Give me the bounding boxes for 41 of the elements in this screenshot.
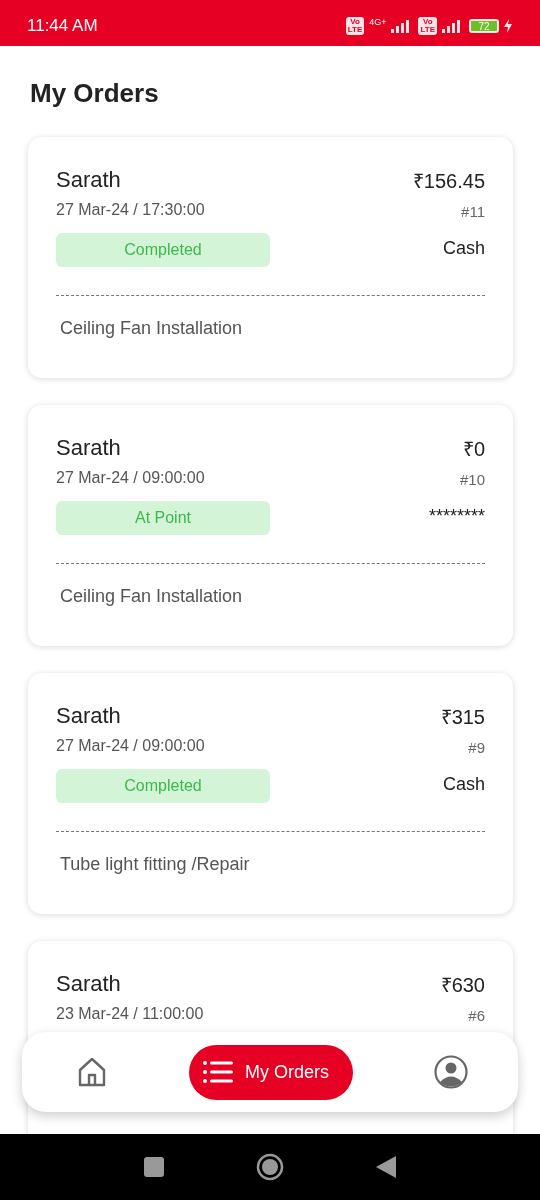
service-name: Ceiling Fan Installation xyxy=(60,318,244,339)
payment-method: ******** xyxy=(428,506,485,527)
back-icon[interactable] xyxy=(376,1156,396,1178)
my-orders-tab[interactable]: My Orders xyxy=(189,1044,353,1100)
customer-name: Sarath xyxy=(56,167,122,193)
order-date: 23 Mar-24 / 11:00:00 xyxy=(56,1005,204,1023)
status-badge: Completed xyxy=(56,233,270,267)
customer-name: Sarath xyxy=(56,971,122,997)
order-card[interactable]: Sarath 27 Mar-24 / 09:00:00 Completed ₹315 #9 Cash Tube light fitting /Repair xyxy=(28,673,513,914)
volte-badge: Vo LTE xyxy=(345,17,365,35)
payment-method: Cash xyxy=(442,774,485,795)
order-card[interactable]: Sarath 27 Mar-24 / 09:00:00 At Point ₹0 #10 ******** Ceiling Fan Installation xyxy=(28,405,513,646)
list-icon xyxy=(203,1061,233,1083)
home-icon[interactable] xyxy=(76,1056,108,1088)
order-card[interactable]: Sarath 27 Mar-24 / 17:30:00 Completed ₹156.45 #11 Cash Ceiling Fan Installation xyxy=(28,137,513,378)
order-amount: ₹0 xyxy=(462,437,485,462)
order-date: 27 Mar-24 / 09:00:00 xyxy=(56,737,206,755)
order-number: #9 xyxy=(468,739,485,756)
service-name: Tube light fitting /Repair xyxy=(60,854,251,875)
volte-badge: Vo LTE xyxy=(418,17,437,35)
order-number: #6 xyxy=(468,1007,485,1024)
order-amount: ₹315 xyxy=(440,705,485,730)
customer-name: Sarath xyxy=(56,703,122,729)
profile-icon[interactable] xyxy=(434,1055,468,1089)
order-amount: ₹156.45 xyxy=(412,169,485,194)
payment-method: Cash xyxy=(442,238,485,259)
order-number: #11 xyxy=(461,203,485,220)
home-button-icon[interactable] xyxy=(256,1153,284,1181)
clock: 11:44 AM xyxy=(27,16,98,36)
battery-icon: 72 xyxy=(469,19,499,33)
page-title: My Orders xyxy=(30,78,160,109)
order-amount: ₹630 xyxy=(440,973,485,998)
order-date: 27 Mar-24 / 17:30:00 xyxy=(56,201,206,219)
charging-icon xyxy=(504,19,512,33)
network-type: 4G+ xyxy=(369,17,387,27)
order-number: #10 xyxy=(459,471,485,488)
order-date: 27 Mar-24 / 09:00:00 xyxy=(56,469,206,487)
status-badge: Completed xyxy=(56,769,270,803)
service-name: Ceiling Fan Installation xyxy=(60,586,244,607)
status-badge: At Point xyxy=(56,501,270,535)
customer-name: Sarath xyxy=(56,435,122,461)
